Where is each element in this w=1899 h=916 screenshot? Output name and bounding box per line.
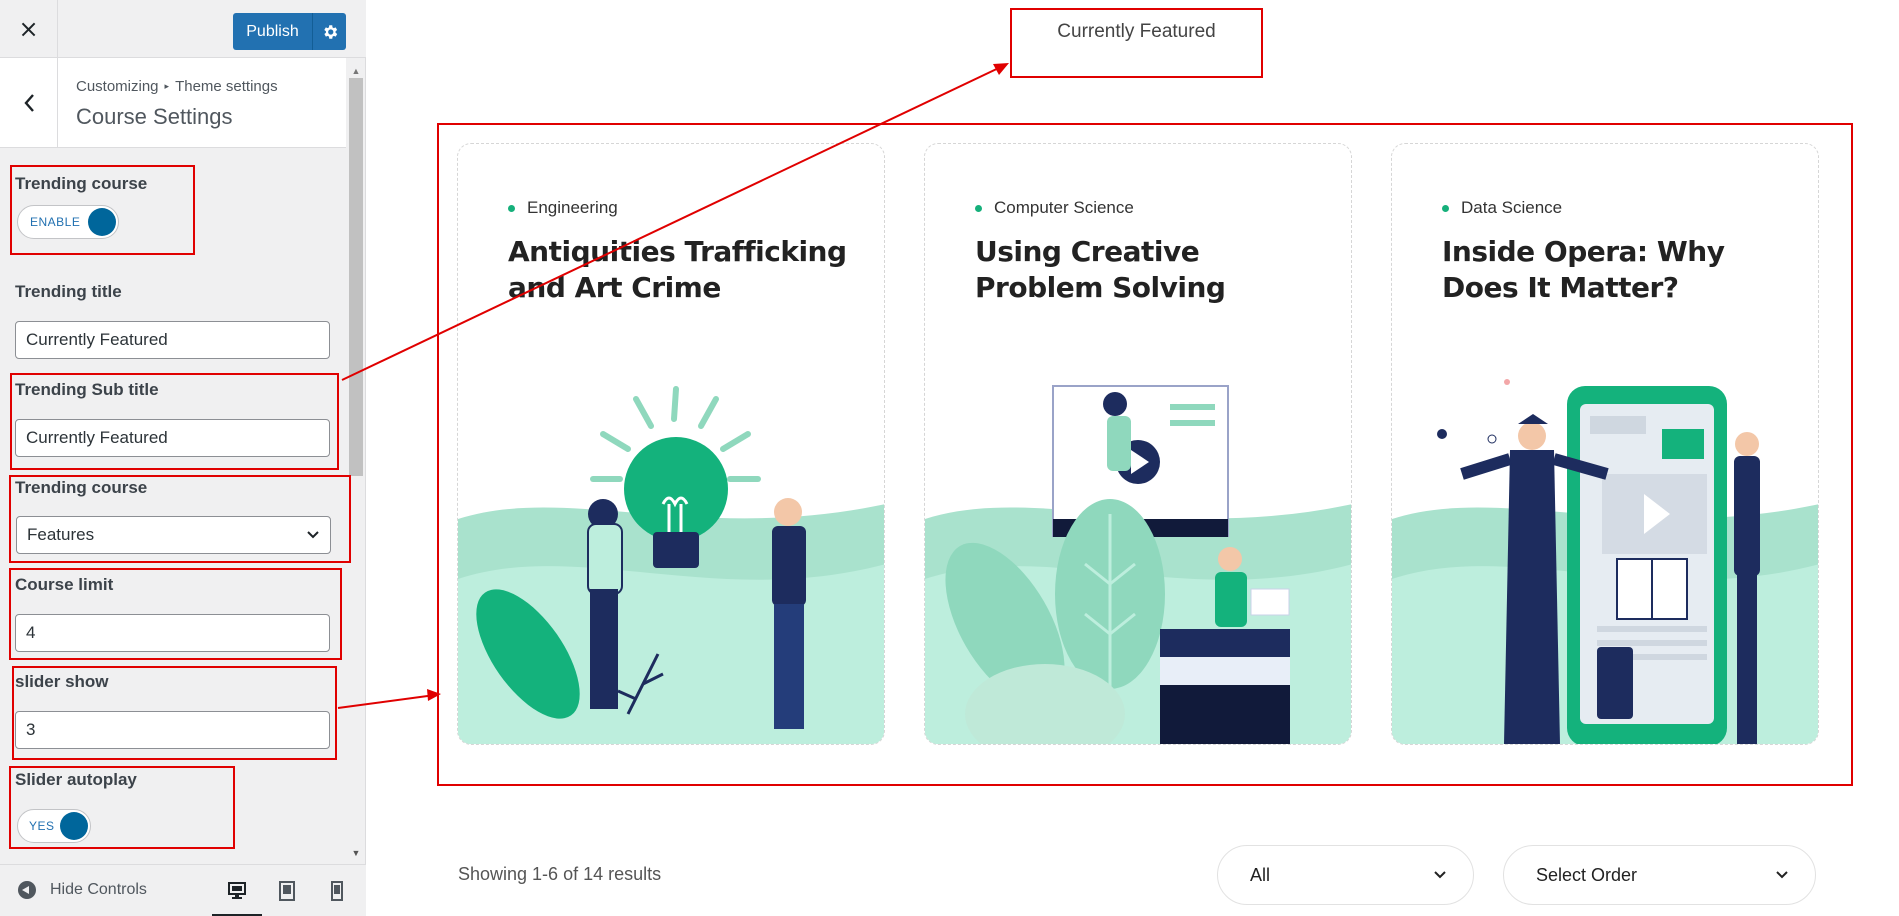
category-dot (508, 204, 515, 212)
category-filter-value: All (1250, 864, 1271, 885)
customizer-footer: Hide Controls (0, 864, 366, 916)
back-arrow-icon (23, 94, 34, 112)
desktop-icon (228, 881, 246, 899)
breadcrumb-root: Customizing (76, 78, 159, 95)
course-title[interactable]: Antiquities Trafficking and Art Crime (508, 234, 848, 306)
category-dot (975, 204, 982, 212)
chevron-down-icon (1434, 871, 1446, 879)
customizer-sidebar: × Publish Customizing ▸ Theme settings Cou… (0, 0, 366, 916)
order-select[interactable]: Select Order (1503, 845, 1816, 905)
course-category: Engineering (508, 198, 618, 218)
section-header: Customizing ▸ Theme settings Course Settin… (0, 58, 346, 148)
trending-subtitle-preview: Currently Featured (1010, 8, 1263, 78)
breadcrumb: Customizing ▸ Theme settings (76, 78, 278, 95)
section-title: Course Settings (76, 104, 233, 129)
annotation-box (9, 568, 342, 660)
publish-button[interactable]: Publish (233, 13, 313, 50)
course-category-label: Data Science (1461, 198, 1563, 217)
publish-settings-button[interactable] (313, 13, 346, 50)
annotation-box (9, 475, 351, 563)
course-illustration (925, 385, 1351, 744)
hide-controls-icon (18, 881, 36, 899)
annotation-box (10, 165, 195, 255)
course-title[interactable]: Inside Opera: Why Does It Matter? (1442, 234, 1782, 306)
annotation-box (10, 373, 339, 470)
course-illustration (458, 386, 884, 744)
course-card[interactable]: Engineering Antiquities Trafficking and … (457, 143, 885, 745)
course-title[interactable]: Using Creative Problem Solving (975, 234, 1315, 306)
chevron-down-icon (1776, 871, 1788, 879)
preview-desktop-button[interactable] (212, 865, 262, 916)
hide-controls-button[interactable]: Hide Controls (18, 881, 147, 899)
sidebar-scrollbar[interactable]: ▲ ▼ (347, 58, 365, 864)
course-category-label: Computer Science (994, 198, 1134, 217)
gear-icon (323, 24, 337, 39)
back-button[interactable] (0, 58, 58, 148)
close-button[interactable]: × (0, 0, 58, 58)
annotation-box (9, 766, 235, 849)
course-card[interactable]: Data Science Inside Opera: Why Does It M… (1391, 143, 1819, 745)
breadcrumb-current: Theme settings (175, 78, 278, 95)
order-select-value: Select Order (1536, 864, 1638, 885)
course-card[interactable]: Computer Science Using Creative Problem … (924, 143, 1352, 745)
tablet-icon (279, 881, 295, 901)
hide-controls-label: Hide Controls (50, 881, 147, 898)
course-category-label: Engineering (527, 198, 618, 217)
trending-title-input[interactable]: Currently Featured (15, 321, 330, 359)
course-illustration (1392, 379, 1818, 744)
results-count: Showing 1-6 of 14 results (458, 864, 662, 884)
close-icon: × (18, 15, 39, 43)
customizer-screen: × Publish Customizing ▸ Theme settings Cou… (0, 0, 1899, 916)
annotation-box (12, 666, 337, 760)
category-filter-select[interactable]: All (1217, 845, 1474, 905)
course-category: Computer Science (975, 198, 1134, 218)
breadcrumb-separator: ▸ (164, 81, 170, 91)
publish-group: Publish (233, 13, 346, 50)
course-category: Data Science (1442, 198, 1562, 218)
preview-mobile-button[interactable] (312, 865, 362, 916)
customizer-topbar: × Publish (0, 0, 366, 58)
scrollbar-thumb[interactable] (349, 78, 363, 476)
trending-title-label: Trending title (15, 282, 122, 301)
category-dot (1442, 204, 1449, 212)
mobile-icon (331, 881, 343, 901)
scroll-down-arrow[interactable]: ▼ (347, 848, 365, 858)
scroll-up-arrow[interactable]: ▲ (347, 66, 365, 76)
preview-tablet-button[interactable] (262, 865, 312, 916)
